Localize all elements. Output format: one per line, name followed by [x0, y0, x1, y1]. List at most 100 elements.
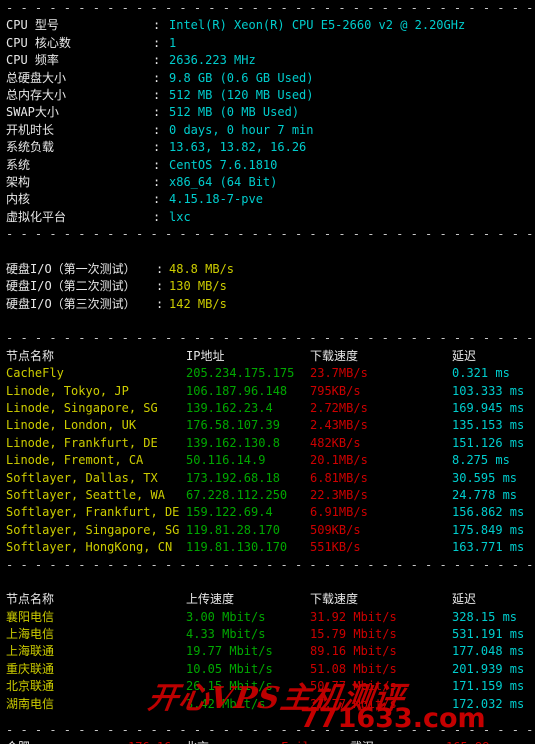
system-info-colon: : — [153, 87, 161, 102]
node-ip: 119.81.130.170 — [186, 540, 288, 555]
latency: 8.275 ms — [452, 453, 510, 468]
system-info-row: CPU 核心数:1 — [0, 35, 535, 52]
node-name: 襄阳电信 — [6, 609, 55, 624]
ping-grid-section: 合肥:176.16 ms北京:Fail武汉:165.88 ms昌吉:225.96… — [0, 739, 535, 744]
system-info-colon: : — [153, 53, 161, 68]
system-info-value: Intel(R) Xeon(R) CPU E5-2660 v2 @ 2.20GH… — [169, 18, 466, 33]
node-ip: 159.122.69.4 — [186, 505, 273, 520]
column-header-latency: 延迟 — [452, 348, 477, 363]
column-header-download: 下载速度 — [310, 348, 359, 363]
node-name: Linode, Frankfurt, DE — [6, 435, 158, 450]
system-info-row: CPU 频率:2636.223 MHz — [0, 52, 535, 69]
system-info-colon: : — [153, 157, 161, 172]
system-info-colon: : — [153, 122, 161, 137]
node-ip: 139.162.130.8 — [186, 435, 280, 450]
system-info-row: CPU 型号: Intel(R) Xeon(R) CPU E5-2660 v2 @… — [0, 17, 535, 34]
download-speed: 51.08 Mbit/s — [310, 661, 397, 676]
system-info-row: 架构: x86_64 (64 Bit) — [0, 174, 535, 191]
node-name: 北京联通 — [6, 679, 55, 694]
speedtest-row: Softlayer, HongKong, CN 119.81.130.170 551… — [0, 539, 535, 556]
separator-ping: - - - - - - - - - - - - - - - - - - - - … — [6, 723, 535, 738]
ping-colon: : — [263, 739, 270, 744]
latency: 151.126 ms — [452, 435, 525, 450]
io-test-colon: : — [156, 261, 164, 276]
io-test-row: 硬盘I/O（第一次测试）:48.8 MB/s — [0, 261, 535, 278]
node-ip: 106.187.96.148 — [186, 383, 288, 398]
ping-colon: : — [110, 739, 117, 744]
system-info-section: CPU 型号: Intel(R) Xeon(R) CPU E5-2660 v2 @… — [0, 17, 535, 226]
ping-row: 合肥: 176.16 ms北京: Fail 武汉: 165.88 ms — [0, 739, 535, 744]
download-speed: 20.1MB/s — [310, 453, 368, 468]
column-header-download: 下载速度 — [310, 592, 359, 607]
node-name: 上海电信 — [6, 627, 55, 642]
latency: 328.15 ms — [452, 609, 518, 624]
separator-intl: - - - - - - - - - - - - - - - - - - - - … — [6, 331, 535, 346]
column-header-latency: 延迟 — [452, 592, 477, 607]
system-info-colon: : — [153, 35, 161, 50]
latency: 24.778 ms — [452, 487, 518, 502]
io-test-label: 硬盘I/O（第二次测试） — [6, 279, 136, 294]
download-speed: 23.7MB/s — [310, 366, 368, 381]
system-info-value: 2636.223 MHz — [169, 53, 256, 68]
speedtest-row: 湖南电信 3.42 Mbit/s 27.77 Mbit/s 172.032 ms — [0, 696, 535, 713]
node-name: Linode, Fremont, CA — [6, 453, 144, 468]
latency: 163.771 ms — [452, 540, 525, 555]
system-info-value: 4.15.18-7-pve — [169, 192, 263, 207]
node-name: Linode, Singapore, SG — [6, 400, 158, 415]
terminal-output: - - - - - - - - - - - - - - - - - - - - … — [0, 0, 535, 744]
speedtest-row: 北京联通 26.15 Mbit/s 50.77 Mbit/s 171.159 ms — [0, 678, 535, 695]
separator-io: - - - - - - - - - - - - - - - - - - - - … — [6, 227, 535, 242]
system-info-colon: : — [153, 18, 161, 33]
speedtest-row: 上海联通 19.77 Mbit/s 89.16 Mbit/s 177.048 ms — [0, 643, 535, 660]
speedtest-row: Linode, Tokyo, JP 106.187.96.148 795KB/s 10… — [0, 383, 535, 400]
system-info-row: 总硬盘大小:9.8 GB (0.6 GB Used) — [0, 70, 535, 87]
system-info-row: SWAP大小:512 MB (0 MB Used) — [0, 104, 535, 121]
system-info-colon: : — [153, 192, 161, 207]
io-test-value: 48.8 MB/s — [169, 261, 235, 276]
node-ip: 119.81.28.170 — [186, 522, 280, 537]
upload-speed: 19.77 Mbit/s — [186, 644, 273, 659]
speedtest-row: Linode, Fremont, CA 50.116.14.9 20.1MB/s 8.… — [0, 452, 535, 469]
system-info-label: 架构 — [6, 174, 31, 189]
system-info-label: 总硬盘大小 — [6, 70, 67, 85]
latency: 0.321 ms — [452, 366, 510, 381]
system-info-label: SWAP大小 — [6, 105, 59, 120]
latency: 103.333 ms — [452, 383, 525, 398]
download-speed: 509KB/s — [310, 522, 361, 537]
system-info-value: lxc — [169, 209, 191, 224]
io-test-row: 硬盘I/O（第三次测试）:142 MB/s — [0, 296, 535, 313]
latency: 177.048 ms — [452, 644, 525, 659]
node-ip: 176.58.107.39 — [186, 418, 280, 433]
ping-value: Fail — [281, 739, 310, 744]
cn-speedtest-header: 节点名称 上传速度 下载速度 延迟 — [0, 591, 535, 608]
node-name: Linode, Tokyo, JP — [6, 383, 129, 398]
latency: 531.191 ms — [452, 627, 525, 642]
node-name: Softlayer, Singapore, SG — [6, 522, 180, 537]
separator-top: - - - - - - - - - - - - - - - - - - - - … — [6, 1, 535, 15]
system-info-colon: : — [153, 105, 161, 120]
io-test-colon: : — [156, 279, 164, 294]
system-info-row: 系统负载:13.63, 13.82, 16.26 — [0, 139, 535, 156]
speedtest-row: Linode, London, UK 176.58.107.39 2.43MB/s 1… — [0, 417, 535, 434]
download-speed: 6.81MB/s — [310, 470, 368, 485]
ping-city: 武汉 — [350, 739, 374, 744]
latency: 175.849 ms — [452, 522, 525, 537]
node-name: Softlayer, Dallas, TX — [6, 470, 158, 485]
speedtest-row: 重庆联通 10.05 Mbit/s 51.08 Mbit/s 201.939 ms — [0, 661, 535, 678]
system-info-value: 9.8 GB (0.6 GB Used) — [169, 70, 314, 85]
io-test-section: 硬盘I/O（第一次测试）:48.8 MB/s 硬盘I/O（第二次测试）:130 M… — [0, 261, 535, 313]
download-speed: 22.3MB/s — [310, 487, 368, 502]
node-name: CacheFly — [6, 366, 64, 381]
download-speed: 6.91MB/s — [310, 505, 368, 520]
system-info-value: x86_64 (64 Bit) — [169, 174, 278, 189]
system-info-label: 虚拟化平台 — [6, 209, 67, 224]
io-test-label: 硬盘I/O（第三次测试） — [6, 296, 136, 311]
download-speed: 89.16 Mbit/s — [310, 644, 397, 659]
upload-speed: 3.42 Mbit/s — [186, 696, 266, 711]
download-speed: 482KB/s — [310, 435, 361, 450]
ping-value: 176.16 ms — [128, 739, 193, 744]
intl-speedtest-header: 节点名称 IP地址 下载速度 延迟 — [0, 348, 535, 365]
speedtest-row: Softlayer, Seattle, WA 67.228.112.250 22.3… — [0, 487, 535, 504]
system-info-label: CPU 型号 — [6, 18, 59, 33]
node-name: 湖南电信 — [6, 696, 55, 711]
